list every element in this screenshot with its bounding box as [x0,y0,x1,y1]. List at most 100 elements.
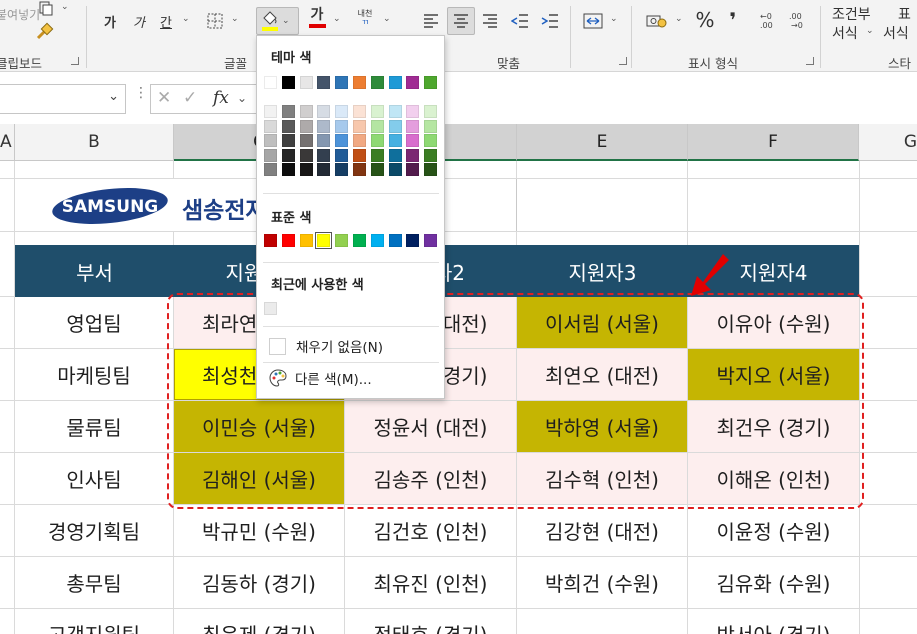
align-launcher-icon[interactable] [619,57,627,65]
theme-shade-swatch[interactable] [317,134,331,148]
no-fill-item[interactable]: 채우기 없음(N) [269,336,383,356]
applicant-cell[interactable]: 김건호 (인천) [345,505,516,556]
percent-button[interactable]: % [693,8,717,32]
table-format-line2[interactable]: 서식 [883,23,909,43]
theme-shade-swatch[interactable] [388,163,402,177]
standard-color-swatch[interactable] [353,234,366,247]
theme-shade-swatch[interactable] [353,134,366,148]
applicant-cell[interactable]: 정태호 (경기) [345,609,516,634]
col-header-b[interactable]: B [15,124,174,161]
clipboard-launcher-icon[interactable] [71,57,79,65]
theme-shade-swatch[interactable] [317,163,331,177]
theme-shade-swatch[interactable] [281,148,295,162]
theme-shade-swatch[interactable] [388,105,402,118]
theme-shade-swatch[interactable] [388,134,402,148]
header-applicant3[interactable]: 지원자3 [517,245,688,297]
theme-shade-swatch[interactable] [353,148,366,162]
theme-shade-swatch[interactable] [317,148,331,162]
theme-shade-swatch[interactable] [424,105,438,118]
col-header-f[interactable]: F [688,124,859,161]
dept-cell[interactable]: 물류팀 [15,401,173,452]
theme-shade-swatch[interactable] [406,134,420,148]
standard-color-swatch[interactable] [406,234,420,247]
theme-shade-swatch[interactable] [299,163,313,177]
theme-shade-swatch[interactable] [424,119,438,133]
theme-shade-swatch[interactable] [335,134,349,148]
theme-shade-swatch[interactable] [264,119,277,133]
merge-center-icon[interactable] [581,9,605,33]
theme-shade-swatch[interactable] [370,134,384,148]
theme-color-swatch[interactable] [317,76,331,89]
standard-color-swatch[interactable] [281,234,295,247]
dept-cell[interactable]: 인사팀 [15,453,173,504]
header-dept[interactable]: 부서 [15,245,174,297]
decrease-decimal-icon[interactable]: .00 →0 [786,8,810,32]
applicant-cell[interactable]: 이윤정 (수원) [688,505,859,556]
accounting-format-icon[interactable] [645,9,669,33]
theme-shade-swatch[interactable] [370,163,384,177]
bold-button[interactable]: 가 [98,9,122,33]
theme-shade-swatch[interactable] [264,163,277,177]
theme-shade-swatch[interactable] [299,105,313,118]
applicant-cell[interactable] [517,609,687,634]
standard-color-swatch[interactable] [424,234,438,247]
theme-shade-swatch[interactable] [388,148,402,162]
align-left-icon[interactable] [419,9,443,33]
theme-shade-swatch[interactable] [264,134,277,148]
theme-shade-swatch[interactable] [281,163,295,177]
applicant-cell[interactable]: 최유진 (인천) [345,557,516,608]
theme-shade-swatch[interactable] [353,119,366,133]
theme-color-swatch[interactable] [281,76,295,89]
theme-shade-swatch[interactable] [424,134,438,148]
theme-shade-swatch[interactable] [335,119,349,133]
theme-color-swatch[interactable] [299,76,313,89]
cancel-icon[interactable]: ✕ [157,88,171,108]
standard-color-swatch[interactable] [370,234,384,247]
theme-shade-swatch[interactable] [370,105,384,118]
theme-color-swatch[interactable] [424,76,438,89]
theme-color-swatch[interactable] [335,76,349,89]
theme-color-swatch[interactable] [353,76,366,89]
italic-button[interactable]: 가 [127,9,151,33]
fx-chevron-icon[interactable]: ⌄ [237,91,247,105]
theme-color-swatch[interactable] [264,76,277,89]
standard-color-swatch[interactable] [315,232,333,249]
theme-shade-swatch[interactable] [281,105,295,118]
theme-color-swatch[interactable] [370,76,384,89]
theme-shade-swatch[interactable] [335,148,349,162]
theme-shade-swatch[interactable] [388,119,402,133]
standard-color-swatch[interactable] [388,234,402,247]
theme-color-swatch[interactable] [388,76,402,89]
dept-cell[interactable]: 영업팀 [15,297,173,348]
number-launcher-icon[interactable] [806,57,814,65]
border-icon[interactable] [203,9,227,33]
theme-shade-swatch[interactable] [406,119,420,133]
confirm-icon[interactable]: ✓ [183,88,197,108]
dept-cell[interactable]: 마케팅팀 [15,349,173,400]
applicant-cell[interactable]: 김강현 (대전) [517,505,687,556]
col-header-e[interactable]: E [517,124,688,161]
theme-shade-swatch[interactable] [424,163,438,177]
dept-cell[interactable]: 고객지원팀 [15,609,173,634]
theme-shade-swatch[interactable] [370,148,384,162]
theme-shade-swatch[interactable] [406,163,420,177]
applicant-cell[interactable]: 김동하 (경기) [174,557,344,608]
conditional-format-line1[interactable]: 조건부 [832,4,871,24]
recent-color-swatch[interactable] [264,302,277,315]
insert-function-button[interactable]: fx [213,88,229,108]
applicant-cell[interactable]: 박서아 (경기) [688,609,859,634]
applicant-cell[interactable]: 박희건 (수원) [517,557,687,608]
theme-shade-swatch[interactable] [424,148,438,162]
format-painter-icon[interactable] [32,20,56,44]
increase-indent-icon[interactable] [538,9,562,33]
theme-shade-swatch[interactable] [406,105,420,118]
align-right-icon[interactable] [478,9,502,33]
theme-shade-swatch[interactable] [281,134,295,148]
dept-cell[interactable]: 총무팀 [15,557,173,608]
name-box[interactable]: ⌄ [0,84,126,114]
font-color-button[interactable]: 가 [305,6,329,30]
theme-shade-swatch[interactable] [335,163,349,177]
copy-icon[interactable] [33,0,57,20]
theme-shade-swatch[interactable] [264,105,277,118]
theme-shade-swatch[interactable] [335,105,349,118]
